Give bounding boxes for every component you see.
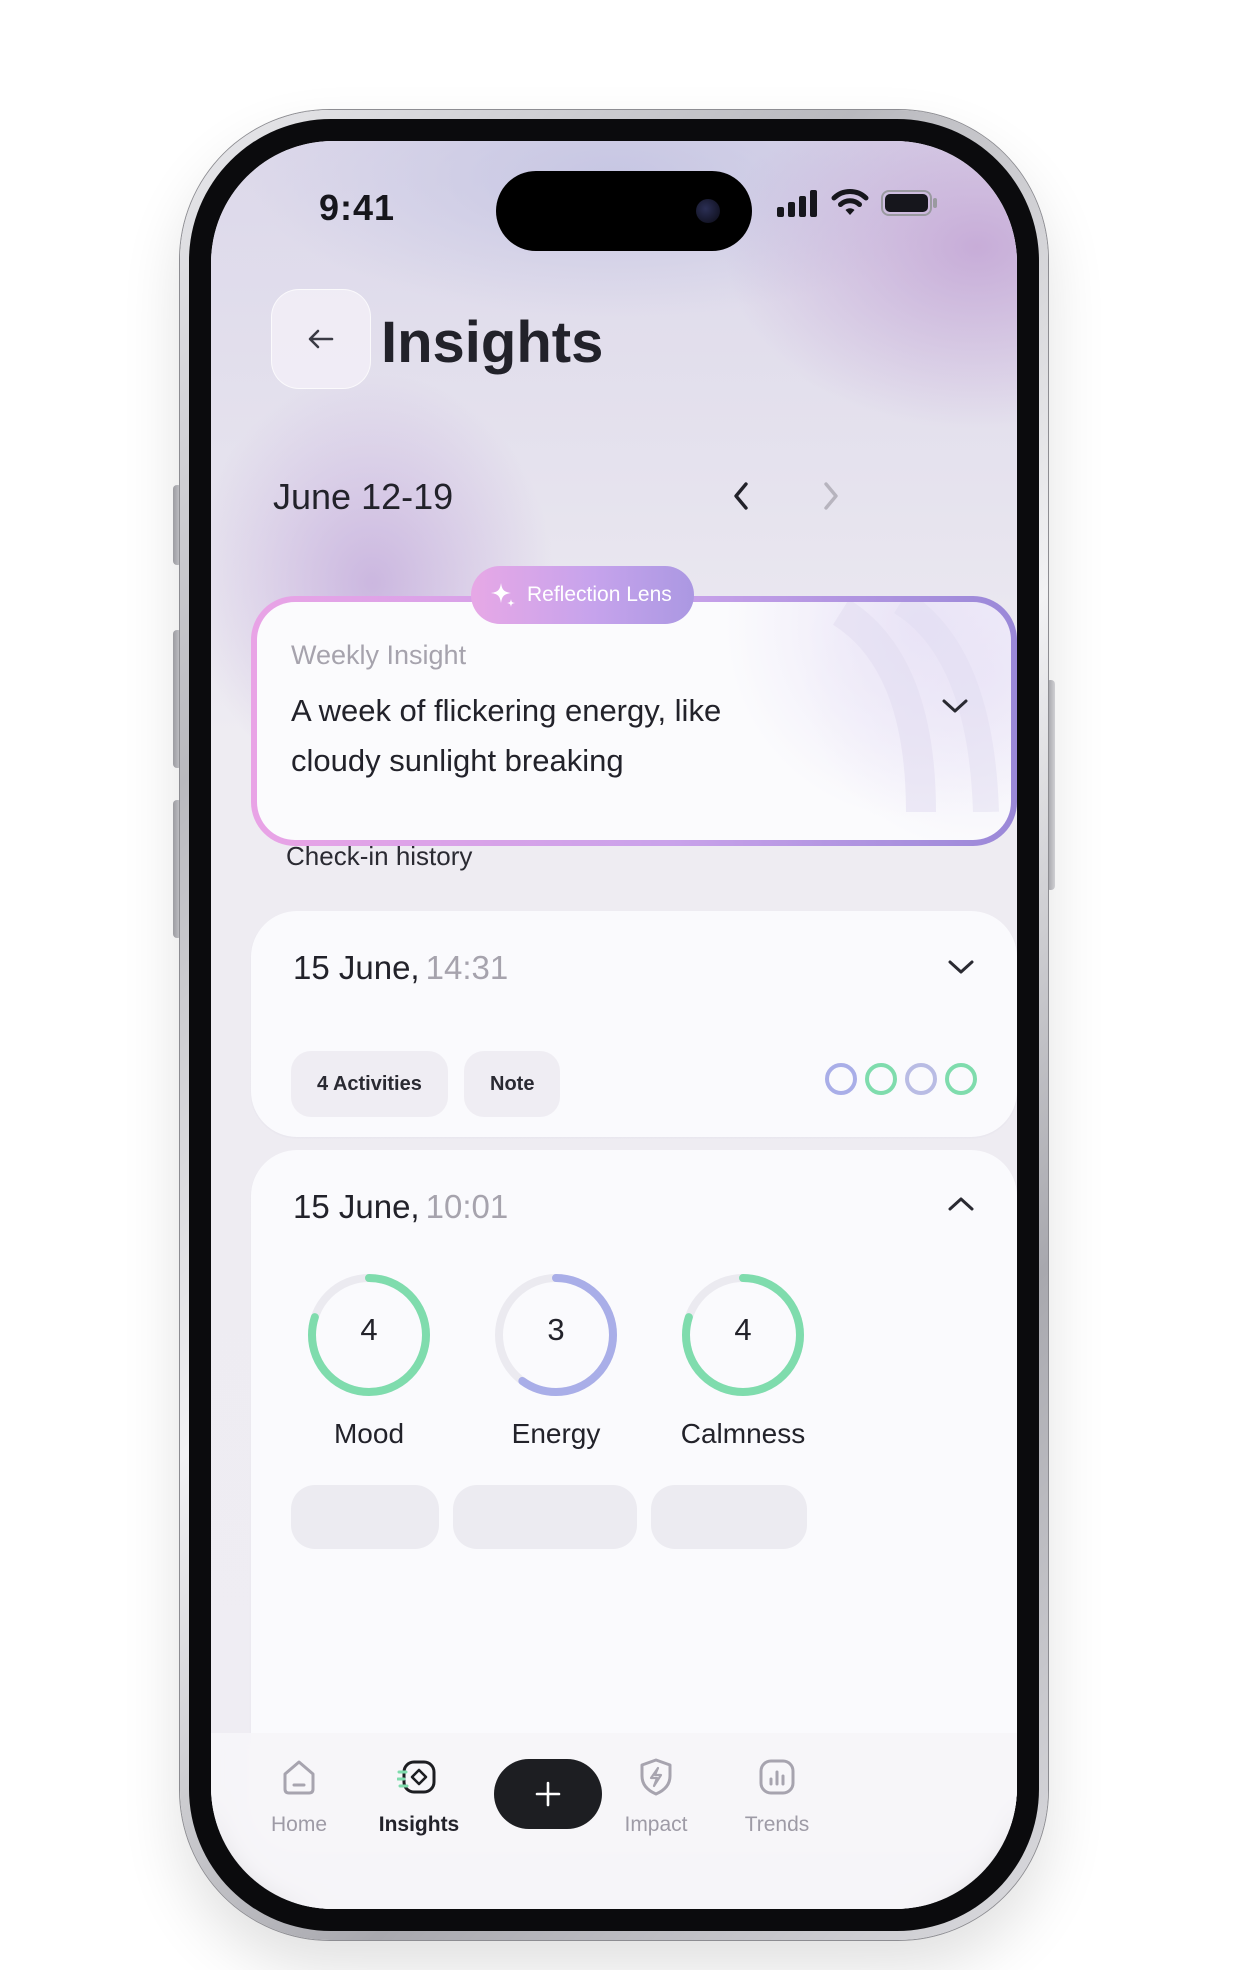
weekly-insight-card[interactable]: Weekly Insight A week of flickering ener… <box>251 596 1017 846</box>
calmness-metric: 4 Calmness <box>643 1270 843 1450</box>
phone-frame: 9:41 Insights June 12-19 Weekly Insight … <box>180 110 1048 1940</box>
check-in-date: 15 June, <box>293 1188 420 1225</box>
wifi-icon <box>831 189 869 215</box>
check-in-datetime: 15 June, 14:31 <box>293 949 508 987</box>
calmness-label: Calmness <box>680 1418 806 1449</box>
insight-text: A week of flickering energy, like cloudy… <box>291 693 722 778</box>
collapse-check-in-button[interactable] <box>941 1184 981 1224</box>
cellular-signal-icon <box>777 190 817 217</box>
rating-dot <box>945 1063 977 1095</box>
mood-label: Mood <box>333 1418 405 1449</box>
check-in-history-title: Check-in history <box>286 841 473 871</box>
energy-metric: 3 Energy <box>456 1270 656 1450</box>
insight-kicker: Weekly Insight <box>291 640 467 670</box>
tab-impact-label: Impact <box>624 1813 688 1836</box>
tab-insights-label: Insights <box>378 1813 460 1836</box>
chevron-left-icon <box>734 482 748 510</box>
chevron-up-icon <box>948 1197 974 1211</box>
previous-week-button[interactable] <box>721 471 761 521</box>
weekly-insight-body: Weekly Insight A week of flickering ener… <box>257 602 1011 840</box>
note-chip[interactable]: Note <box>464 1051 561 1117</box>
chevron-down-icon <box>948 960 974 974</box>
tab-impact[interactable]: Impact <box>586 1755 726 1837</box>
check-in-date: 15 June, <box>293 949 420 986</box>
energy-value: 3 <box>547 1312 565 1347</box>
check-in-datetime: 15 June, 10:01 <box>293 1188 508 1226</box>
dynamic-island <box>496 171 752 251</box>
check-in-time: 14:31 <box>425 949 509 986</box>
page-title: Insights <box>381 310 604 375</box>
expand-check-in-button[interactable] <box>941 947 981 987</box>
check-in-time: 10:01 <box>425 1188 509 1225</box>
insight-expand-button[interactable] <box>935 686 975 726</box>
bolt-shield-icon <box>640 1758 672 1796</box>
battery-icon <box>881 190 937 216</box>
mood-metric: 4 Mood <box>269 1270 469 1450</box>
rating-dot <box>905 1063 937 1095</box>
rating-dot <box>865 1063 897 1095</box>
tab-bar: Home Insights Impact Trends <box>211 1733 1017 1909</box>
insight-card-waves <box>832 602 999 812</box>
plus-icon <box>535 1781 561 1807</box>
activity-tag[interactable] <box>291 1485 439 1549</box>
calmness-value: 4 <box>734 1312 752 1347</box>
sparkle-icon <box>491 583 515 607</box>
tab-home-label: Home <box>270 1813 328 1836</box>
activity-tag[interactable] <box>651 1485 807 1549</box>
mood-value: 4 <box>360 1312 378 1347</box>
energy-label: Energy <box>511 1418 601 1449</box>
status-icons <box>777 189 939 217</box>
check-in-card[interactable]: 15 June, 14:31 4 Activities Note <box>251 911 1017 1137</box>
activities-chip[interactable]: 4 Activities <box>291 1051 448 1117</box>
chevron-right-icon <box>824 482 838 510</box>
back-button[interactable] <box>271 289 371 389</box>
phone-bezel: 9:41 Insights June 12-19 Weekly Insight … <box>189 119 1039 1931</box>
tab-trends[interactable]: Trends <box>707 1755 847 1837</box>
rating-dot <box>825 1063 857 1095</box>
check-in-rating-dots <box>825 1063 977 1095</box>
bar-chart-icon <box>759 1759 795 1795</box>
screen: 9:41 Insights June 12-19 Weekly Insight … <box>211 141 1017 1909</box>
chevron-down-icon <box>942 699 968 713</box>
reflection-lens-badge: Reflection Lens <box>471 566 694 624</box>
tab-home[interactable]: Home <box>229 1755 369 1837</box>
next-week-button[interactable] <box>811 471 851 521</box>
activity-tag[interactable] <box>453 1485 637 1549</box>
arrow-left-icon <box>308 329 334 349</box>
insights-icon <box>397 1760 436 1794</box>
tab-trends-label: Trends <box>744 1813 810 1836</box>
home-icon <box>283 1760 315 1795</box>
front-camera <box>696 199 720 223</box>
tab-insights[interactable]: Insights <box>349 1755 489 1837</box>
status-time: 9:41 <box>319 187 396 228</box>
reflection-lens-label: Reflection Lens <box>527 583 672 606</box>
week-range-label: June 12-19 <box>273 476 454 517</box>
